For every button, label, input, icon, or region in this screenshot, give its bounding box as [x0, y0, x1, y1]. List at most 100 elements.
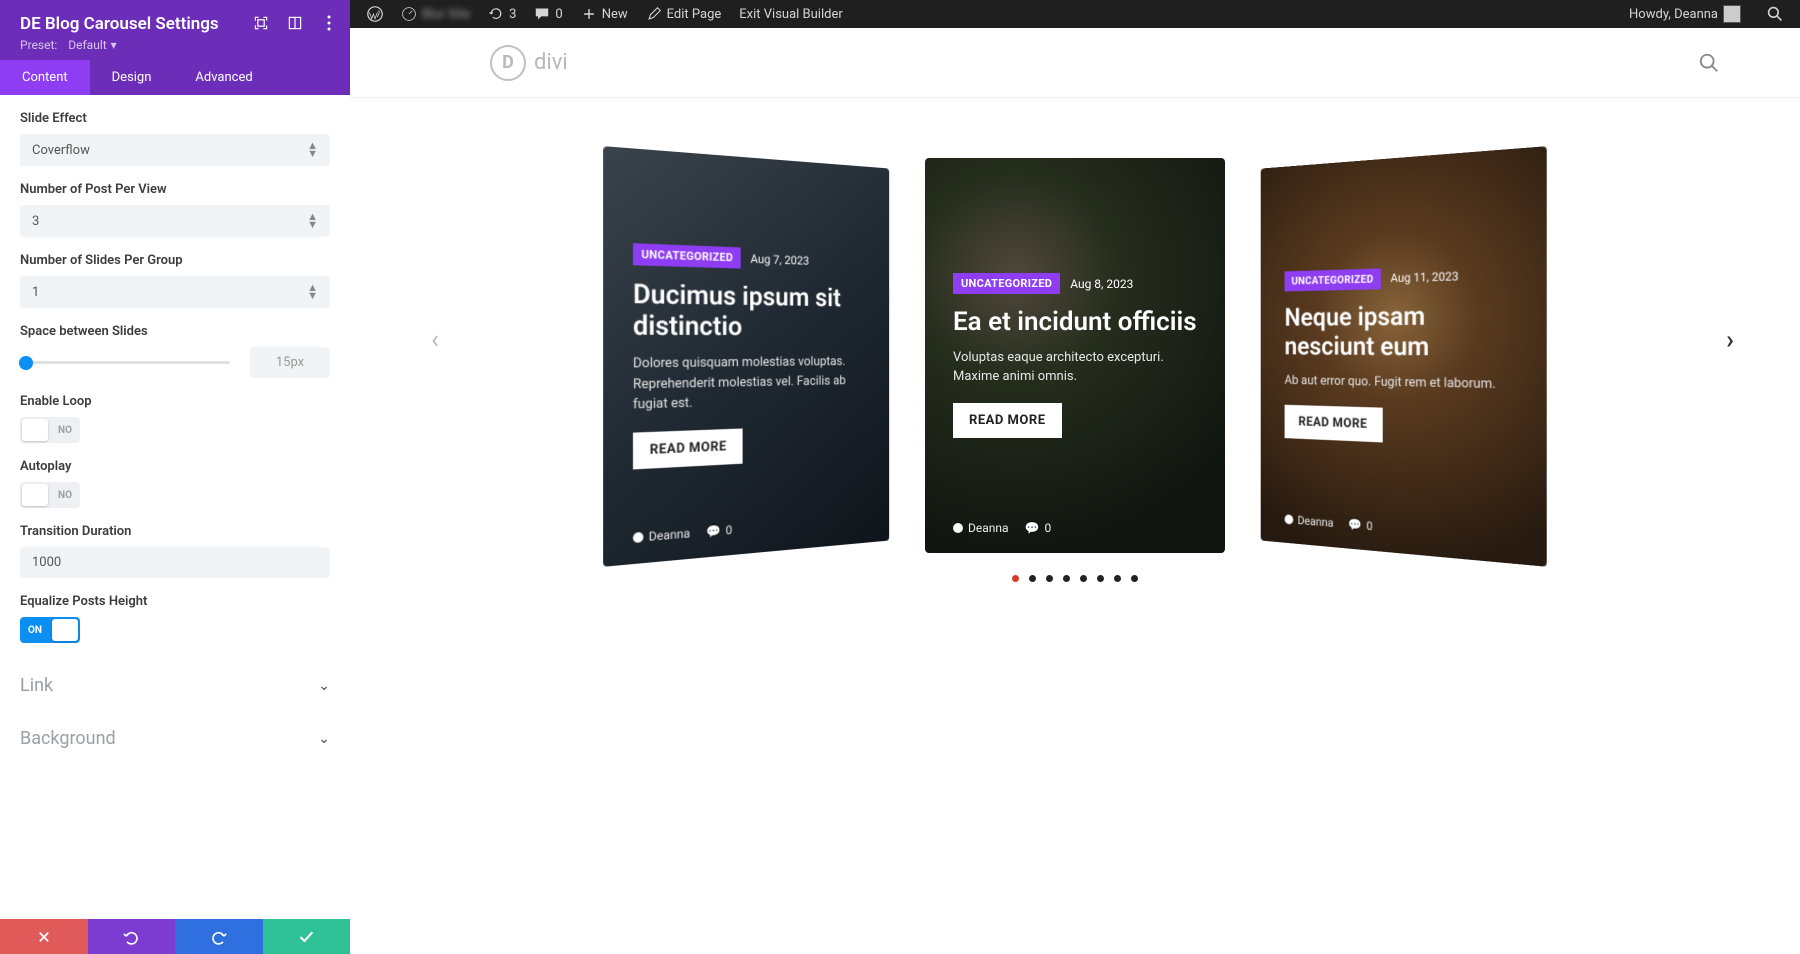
post-excerpt: Voluptas eaque architecto excepturi. Max…	[953, 348, 1197, 387]
select-chevron-icon: ▲▼	[307, 284, 318, 300]
space-between-slider[interactable]	[20, 361, 230, 364]
category-badge[interactable]: UNCATEGORIZED	[633, 244, 741, 269]
carousel-card[interactable]: UNCATEGORIZED Aug 8, 2023 Ea et incidunt…	[925, 158, 1225, 553]
more-menu-icon[interactable]	[320, 14, 338, 32]
slides-per-group-select[interactable]: 1 ▲▼	[20, 276, 330, 308]
tab-content[interactable]: Content	[0, 60, 90, 95]
comment-icon	[534, 6, 550, 22]
plus-icon	[581, 6, 597, 22]
pagination-dot[interactable]	[1131, 575, 1138, 582]
pagination-dot[interactable]	[1012, 575, 1019, 582]
sidebar-footer	[0, 919, 350, 954]
logo-icon: D	[490, 45, 526, 81]
wp-site-menu[interactable]: Blur Site	[392, 6, 479, 22]
settings-body: Slide Effect Coverflow ▲▼ Number of Post…	[0, 95, 350, 919]
comment-icon: 💬	[1025, 521, 1040, 535]
accordion-link[interactable]: Link ⌄	[20, 659, 330, 712]
select-chevron-icon: ▲▼	[307, 213, 318, 229]
post-title[interactable]: Ducimus ipsum sit distinctio	[633, 280, 865, 343]
slides-per-group-label: Number of Slides Per Group	[20, 253, 330, 268]
comments-meta[interactable]: 💬0	[1348, 517, 1373, 533]
comments-meta[interactable]: 💬0	[1025, 521, 1052, 535]
site-name-blurred: Blur Site	[422, 7, 470, 22]
wp-howdy[interactable]: Howdy, Deanna	[1620, 5, 1750, 23]
column-layout-icon[interactable]	[286, 14, 304, 32]
author-meta[interactable]: Deanna	[1285, 512, 1334, 529]
select-chevron-icon: ▲▼	[307, 142, 318, 158]
wp-edit-page[interactable]: Edit Page	[637, 6, 731, 22]
undo-button[interactable]	[88, 919, 176, 954]
wp-revisions[interactable]: 3	[479, 6, 525, 22]
sidebar-header: DE Blog Carousel Settings Preset: Defaul…	[0, 0, 350, 60]
author-meta[interactable]: Deanna	[633, 526, 690, 545]
comments-meta[interactable]: 💬0	[706, 523, 732, 539]
chevron-down-icon: ⌄	[318, 731, 330, 747]
accordion-background[interactable]: Background ⌄	[20, 712, 330, 765]
wp-exit-builder[interactable]: Exit Visual Builder	[730, 7, 851, 22]
pagination-dot[interactable]	[1029, 575, 1036, 582]
read-more-button[interactable]: READ MORE	[953, 403, 1062, 438]
autoplay-toggle[interactable]: NO	[20, 482, 80, 508]
pagination-dot[interactable]	[1046, 575, 1053, 582]
pencil-icon	[646, 6, 662, 22]
site-header: D divi	[350, 28, 1800, 98]
pagination-dot[interactable]	[1063, 575, 1070, 582]
wp-new[interactable]: New	[572, 6, 637, 22]
posts-per-view-select[interactable]: 3 ▲▼	[20, 205, 330, 237]
dashboard-icon	[401, 6, 417, 22]
equalize-label: Equalize Posts Height	[20, 594, 330, 609]
comment-icon: 💬	[1348, 517, 1362, 532]
person-icon	[633, 532, 643, 543]
carousel-pagination	[410, 575, 1740, 582]
carousel-card[interactable]: UNCATEGORIZED Aug 7, 2023 Ducimus ipsum …	[603, 146, 889, 567]
pagination-dot[interactable]	[1114, 575, 1121, 582]
post-excerpt: Dolores quisquam molestias voluptas. Rep…	[633, 353, 865, 416]
space-between-value[interactable]: 15px	[250, 347, 330, 378]
author-meta[interactable]: Deanna	[953, 521, 1009, 535]
chevron-down-icon: ⌄	[318, 678, 330, 694]
preset-selector[interactable]: Preset: Default ▾	[20, 38, 330, 52]
settings-tabs: Content Design Advanced	[0, 60, 350, 95]
wp-search[interactable]	[1758, 6, 1792, 22]
post-date: Aug 7, 2023	[750, 252, 809, 268]
slide-effect-select[interactable]: Coverflow ▲▼	[20, 134, 330, 166]
wordpress-icon	[367, 6, 383, 22]
transition-label: Transition Duration	[20, 524, 330, 539]
category-badge[interactable]: UNCATEGORIZED	[1285, 268, 1381, 291]
carousel-card[interactable]: UNCATEGORIZED Aug 11, 2023 Neque ipsam n…	[1261, 146, 1547, 567]
tab-advanced[interactable]: Advanced	[173, 60, 274, 95]
posts-per-view-label: Number of Post Per View	[20, 182, 330, 197]
equalize-toggle[interactable]: ON	[20, 617, 80, 643]
expand-icon[interactable]	[252, 14, 270, 32]
redo-button[interactable]	[175, 919, 263, 954]
slider-thumb[interactable]	[19, 356, 33, 370]
tab-design[interactable]: Design	[90, 60, 174, 95]
search-icon	[1767, 6, 1783, 22]
post-date: Aug 8, 2023	[1070, 277, 1133, 291]
person-icon	[953, 523, 963, 533]
wp-logo-menu[interactable]	[358, 6, 392, 22]
comment-icon: 💬	[706, 524, 721, 539]
autoplay-label: Autoplay	[20, 459, 330, 474]
read-more-button[interactable]: READ MORE	[1285, 405, 1383, 443]
enable-loop-toggle[interactable]: NO	[20, 417, 80, 443]
page-preview: D divi ‹ › UNCATEGORIZED Aug 7, 2023 Duc…	[350, 28, 1800, 954]
site-logo[interactable]: D divi	[490, 45, 568, 81]
post-title[interactable]: Ea et incidunt officiis	[953, 308, 1197, 338]
pagination-dot[interactable]	[1080, 575, 1087, 582]
carousel: ‹ › UNCATEGORIZED Aug 7, 2023 Ducimus ip…	[350, 98, 1800, 582]
wp-comments[interactable]: 0	[525, 6, 571, 22]
avatar-icon	[1723, 5, 1741, 23]
read-more-button[interactable]: READ MORE	[633, 428, 742, 469]
enable-loop-label: Enable Loop	[20, 394, 330, 409]
pagination-dot[interactable]	[1097, 575, 1104, 582]
transition-input[interactable]	[20, 547, 330, 578]
post-title[interactable]: Neque ipsam nesciunt eum	[1285, 301, 1517, 364]
category-badge[interactable]: UNCATEGORIZED	[953, 273, 1060, 294]
save-button[interactable]	[263, 919, 351, 954]
site-search[interactable]	[1698, 52, 1720, 74]
chevron-down-icon: ▾	[111, 38, 117, 52]
cancel-button[interactable]	[0, 919, 88, 954]
post-excerpt: Ab aut error quo. Fugit rem et laborum.	[1285, 371, 1517, 395]
wp-admin-bar: Blur Site 3 0 New Edit Page Exit Visual …	[350, 0, 1800, 28]
